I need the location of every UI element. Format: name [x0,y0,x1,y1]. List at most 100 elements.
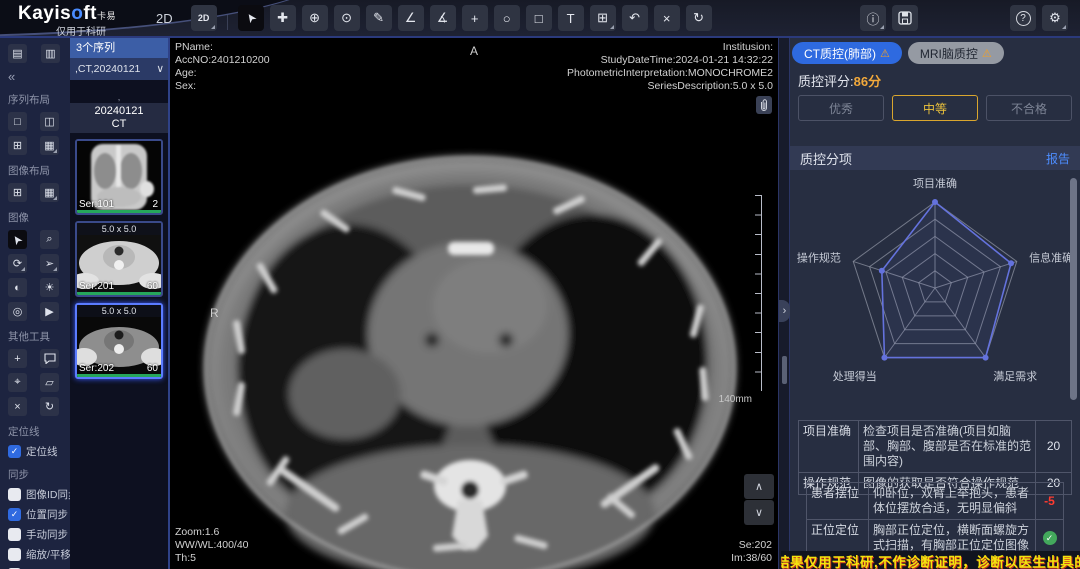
previous-slice-button[interactable]: ∧ [744,474,774,499]
load-progress-bar [77,374,161,377]
collapse-sidebar-button[interactable]: « [8,69,70,84]
clear-button[interactable]: × [8,397,27,416]
sync-zoompan-checkbox[interactable]: ✓ 缩放/平移 [8,547,70,562]
report-link[interactable]: 报告 [1046,150,1070,167]
rotate-flip-button[interactable]: ⟳ [8,254,27,273]
rectangle-icon: □ [535,11,543,26]
grade-fail-button[interactable]: 不合格 [986,95,1072,121]
point-tool-button[interactable]: + [462,5,488,31]
window-level-button[interactable]: ⊙ [334,5,360,31]
chevron-up-icon: ∧ [755,480,763,493]
image-layout-label: 图像布局 [8,163,70,178]
info-button[interactable]: ⓘ [860,5,886,31]
grade-medium-button[interactable]: 中等 [892,95,978,121]
info-icon: ⓘ [866,9,879,28]
eraser-button[interactable]: ▱ [40,373,59,392]
study-selector[interactable]: ,CT,20240121 ∨ [70,58,168,80]
qc-panel: CT质控(肺部) ⚠ MRI脑质控 ⚠ 质控评分:86分 优秀 中等 不合格 质… [790,38,1080,569]
qc-tabs: CT质控(肺部) ⚠ MRI脑质控 ⚠ [792,42,1004,64]
checkbox-unchecked: ✓ [8,548,21,561]
cine-button[interactable]: ➢ [40,254,59,273]
comment-icon [44,353,56,364]
main-viewport[interactable]: PName: AccNO:2401210200 Age: Sex: Instit… [170,38,778,569]
series-panel: 3个序列 ,CT,20240121 ∨ , 20240121 CT [70,38,170,569]
sync-manual-checkbox[interactable]: ✓ 手动同步 [8,527,70,542]
save-button[interactable] [892,5,918,31]
grade-buttons: 优秀 中等 不合格 [798,95,1072,121]
qc-panel-scrollbar[interactable] [1070,178,1077,400]
comment-button[interactable] [40,349,59,368]
image-cursor-button[interactable]: ➤ [8,230,27,249]
search-icon: ⌕ [46,233,52,246]
svg-text:处理得当: 处理得当 [833,369,877,383]
target-button[interactable]: ◎ [8,302,27,321]
invert-button[interactable]: ◐ [8,278,27,297]
panel-list-button[interactable]: ▤ [8,44,27,63]
layout-3x3-icon: ▦ [44,139,54,152]
series-layout-1x2-button[interactable]: ◫ [40,112,59,131]
delete-annotation-button[interactable]: × [654,5,680,31]
refresh-button[interactable]: ↻ [40,397,59,416]
angle-tool-button[interactable]: ∠ [398,5,424,31]
reset-button[interactable]: ↻ [686,5,712,31]
zoom-tool-button[interactable]: ⊕ [302,5,328,31]
settings-button[interactable]: ⚙ [1042,5,1068,31]
mode-2d-button[interactable]: 2D [191,5,217,31]
table-row: 患者摆位 仰卧位，双臂上举抱头，患者体位摆放合适，无明显偏斜 -5 [807,483,1064,520]
cobb-angle-button[interactable]: ∡ [430,5,456,31]
undo-button[interactable]: ↶ [622,5,648,31]
series-thumbnail-101[interactable]: Ser:101 2 [75,139,163,215]
next-slice-button[interactable]: ∨ [744,500,774,525]
expand-panel-button[interactable]: › [779,300,790,322]
brightness-button[interactable]: ☀ [40,278,59,297]
pan-tool-button[interactable]: ✚ [270,5,296,31]
series-layout-2x2-button[interactable]: ⊞ [8,136,27,155]
series-layout-3x3-button[interactable]: ▦ [40,136,59,155]
add-button[interactable]: + [8,349,27,368]
target-icon: ◎ [13,305,23,318]
point-icon: + [471,11,479,26]
close-icon: × [14,401,20,413]
panel-copy-icon: ▥ [45,47,55,60]
panel-list-icon: ▤ [12,47,22,60]
help-button[interactable]: ? [1010,5,1036,31]
link-icon [759,99,769,112]
image-layout-2x2-button[interactable]: ⊞ [8,183,27,202]
undo-icon: ↶ [629,10,640,26]
series-layout-label: 序列布局 [8,92,70,107]
series-layout-1x1-button[interactable]: □ [8,112,27,131]
layout-3x3-icon: ▦ [44,186,54,199]
play-button[interactable]: ▶ [40,302,59,321]
grade-excellent-button[interactable]: 优秀 [798,95,884,121]
delete-icon: × [663,11,671,26]
image-layout-3x3-button[interactable]: ▦ [40,183,59,202]
study-group-header[interactable]: 20240121 CT [70,103,168,133]
ellipse-tool-button[interactable]: ○ [494,5,520,31]
localizer-checkbox[interactable]: ✓ 定位线 [8,444,70,459]
tool-sidebar: ▤ ▥ « 序列布局 □ ◫ ⊞ ▦ 图像布局 ⊞ ▦ 图像 ➤ ⌕ ⟳ ➢ ◐… [0,38,70,569]
svg-text:信息准确: 信息准确 [1029,250,1073,264]
sync-link-button[interactable] [756,96,772,114]
image-search-button[interactable]: ⌕ [40,230,59,249]
sync-position-checkbox[interactable]: ✓ 位置同步 [8,507,70,522]
tab-mri-brain-qc[interactable]: MRI脑质控 ⚠ [908,42,1004,64]
layout-button[interactable]: ⊞ [590,5,616,31]
text-icon: T [567,11,575,26]
rectangle-tool-button[interactable]: □ [526,5,552,31]
app-root: Kayisoft卡易 仅用于科研 2D 2D ➤ ✚ ⊕ ⊙ ✎ ∠ ∡ + ○… [0,0,1080,569]
text-tool-button[interactable]: T [558,5,584,31]
svg-text:满足需求: 满足需求 [993,370,1037,383]
magnify-region-button[interactable]: ⌖ [8,373,27,392]
tab-ct-lung-qc[interactable]: CT质控(肺部) ⚠ [792,42,902,64]
angle-icon: ∠ [405,10,417,26]
series-thumbnail-201[interactable]: 5.0 x 5.0 Ser:201 60 [75,221,163,297]
help-icon: ? [1016,11,1031,26]
load-progress-bar [77,292,161,295]
checkbox-checked: ✓ [8,508,21,521]
panel-copy-button[interactable]: ▥ [41,44,60,63]
viewport-scrollbar[interactable] [782,356,787,384]
series-thumbnail-202[interactable]: 5.0 x 5.0 Ser:202 60 [75,303,163,379]
length-tool-button[interactable]: ✎ [366,5,392,31]
sync-imageid-checkbox[interactable]: ✓ 图像ID同步 [8,487,70,502]
select-tool-button[interactable]: ➤ [238,5,264,31]
